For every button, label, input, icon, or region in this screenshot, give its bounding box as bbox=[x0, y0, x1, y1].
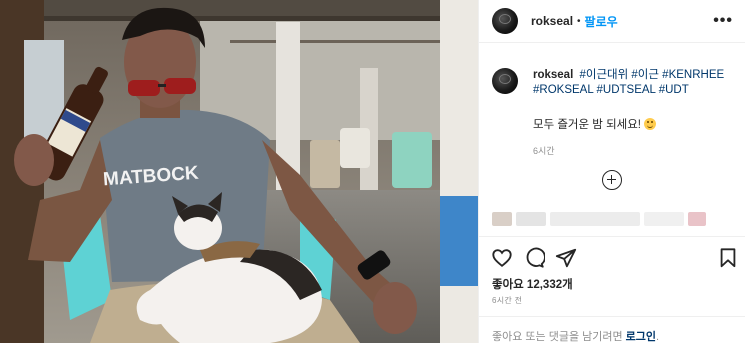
blurred-block bbox=[688, 212, 706, 226]
author-username[interactable]: rokseal bbox=[531, 14, 573, 28]
caption-body: 모두 즐거운 밤 되세요! bbox=[533, 116, 737, 132]
post-timestamp[interactable]: 6시간 전 bbox=[492, 295, 522, 306]
heart-icon[interactable] bbox=[491, 247, 513, 269]
post-photo-illustration: MATBOCK bbox=[0, 0, 478, 343]
post-caption: rokseal #이근대위 #이근 #KENRHEE #ROKSEAL #UDT… bbox=[492, 68, 737, 157]
share-icon[interactable] bbox=[555, 247, 577, 269]
hashtag-link[interactable]: #UDT bbox=[659, 84, 689, 96]
hashtag-link[interactable]: #이근 bbox=[631, 69, 659, 81]
blurred-block bbox=[516, 212, 546, 226]
caption-time[interactable]: 6시간 bbox=[533, 144, 737, 157]
hashtag-link[interactable]: #KENRHEE bbox=[662, 69, 724, 81]
bookmark-icon[interactable] bbox=[717, 247, 739, 269]
smiley-emoji-icon bbox=[644, 118, 656, 130]
likes-count[interactable]: 좋아요 12,332개 bbox=[492, 276, 573, 292]
caption-text: rokseal #이근대위 #이근 #KENRHEE #ROKSEAL #UDT… bbox=[533, 68, 737, 98]
post-header: rokseal • 팔로우 ••• bbox=[479, 0, 745, 43]
hashtag-link[interactable]: #ROKSEAL bbox=[533, 84, 593, 96]
login-link[interactable]: 로그인 bbox=[626, 331, 656, 343]
login-prompt-end: . bbox=[656, 331, 660, 343]
caption-username[interactable]: rokseal bbox=[533, 69, 573, 81]
login-prompt-text: 좋아요 또는 댓글을 남기려면 bbox=[492, 331, 626, 343]
separator-dot: • bbox=[577, 15, 581, 27]
more-options-icon[interactable]: ••• bbox=[713, 13, 733, 29]
author-avatar[interactable] bbox=[492, 8, 518, 34]
caption-avatar[interactable] bbox=[492, 68, 518, 94]
comment-icon[interactable] bbox=[523, 247, 545, 269]
blurred-avatar bbox=[492, 212, 512, 226]
post-side-panel: rokseal • 팔로우 ••• rokseal #이근대위 #이근 #KEN… bbox=[478, 0, 745, 343]
follow-button[interactable]: 팔로우 bbox=[585, 13, 618, 30]
blurred-block bbox=[644, 212, 684, 226]
hashtag-link[interactable]: #UDTSEAL bbox=[597, 84, 656, 96]
load-more-comments-icon[interactable] bbox=[602, 170, 622, 190]
action-bar bbox=[479, 236, 745, 276]
login-prompt: 좋아요 또는 댓글을 남기려면 로그인. bbox=[479, 316, 745, 343]
hashtag-link[interactable]: #이근대위 bbox=[579, 69, 628, 81]
blurred-block bbox=[550, 212, 640, 226]
caption-body-text: 모두 즐거운 밤 되세요! bbox=[533, 119, 641, 131]
blurred-comment-preview bbox=[492, 210, 712, 228]
post-photo[interactable]: MATBOCK bbox=[0, 0, 478, 343]
